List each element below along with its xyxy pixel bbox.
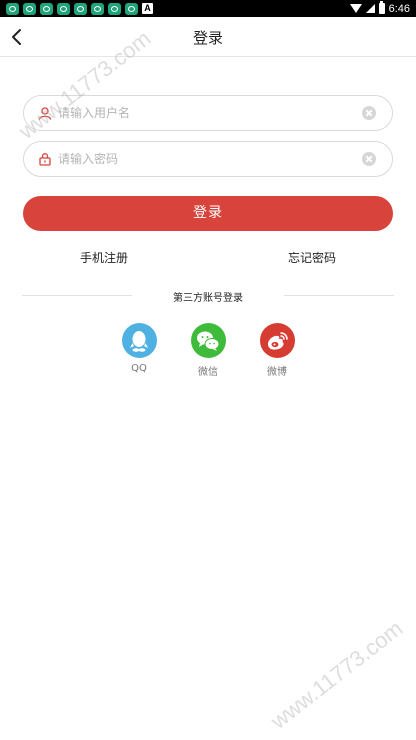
login-button[interactable]: 登录 [23,196,393,231]
third-party-title: 第三方账号登录 [173,293,243,304]
password-field[interactable] [23,141,393,177]
wechat-label: 微信 [198,367,218,378]
app-notification-icon [6,2,19,15]
wechat-icon-circle [190,323,226,358]
watermark: www.11773.com [266,615,408,734]
app-notification-icon [91,2,104,15]
weibo-label: 微博 [267,367,287,378]
weibo-icon-circle [259,323,295,358]
qq-login-button[interactable]: QQ [119,323,159,374]
weibo-login-button[interactable]: 微博 [257,323,297,378]
app-notification-icon [74,2,87,15]
app-notification-icon [108,2,121,15]
wifi-icon [349,4,362,13]
wechat-login-button[interactable]: 微信 [188,323,228,378]
phone-register-link[interactable]: 手机注册 [80,249,128,266]
app-notification-icon [125,2,138,15]
qq-label: QQ [131,363,147,374]
clear-username-icon[interactable] [362,106,376,120]
lock-icon [39,153,51,166]
clear-password-icon[interactable] [362,152,376,166]
system-icons: 6:46 [349,1,410,15]
username-input[interactable] [58,96,362,130]
divider-right [284,295,394,296]
qq-icon-circle [121,323,157,358]
a-notification-icon: A [142,3,153,14]
notification-icons: A [6,2,153,15]
password-input[interactable] [58,142,362,176]
app-notification-icon [23,2,36,15]
app-notification-icon [57,2,70,15]
status-time: 6:46 [388,2,410,15]
signal-icon [365,4,375,13]
forgot-password-link[interactable]: 忘记密码 [288,249,336,266]
status-bar: A 6:46 [0,0,416,17]
wechat-icon [197,331,220,351]
page-title: 登录 [192,29,223,47]
app-header: 登录 [0,17,416,57]
weibo-icon [268,331,288,350]
battery-icon [378,1,385,14]
qq-icon [130,330,148,352]
app-notification-icon [40,2,53,15]
